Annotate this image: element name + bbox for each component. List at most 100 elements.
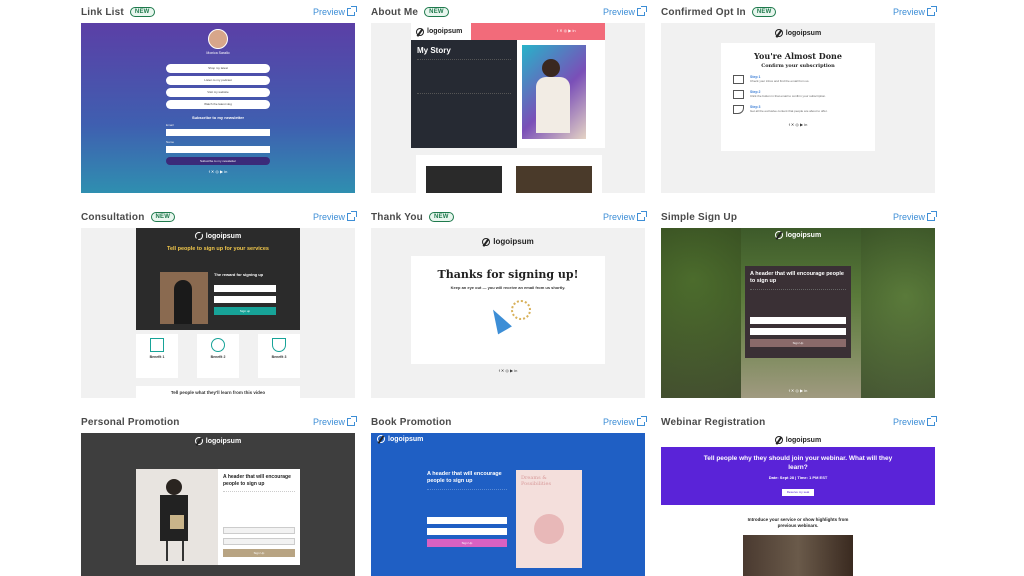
card-title: Consultation (81, 211, 145, 223)
webinar-heading: Tell people why they should join your we… (703, 455, 893, 471)
preview-link[interactable]: Preview (893, 416, 937, 427)
template-thumbnail[interactable]: logoipsum Tell people why they should jo… (661, 433, 935, 576)
consultant-photo (160, 272, 208, 324)
template-thumbnail[interactable]: logoipsum A header that will encourage p… (661, 228, 935, 398)
portrait-photo (522, 45, 586, 139)
logo-text: logoipsum (205, 232, 242, 240)
card-title: Confirmed Opt In (661, 6, 746, 18)
new-badge: NEW (129, 7, 155, 17)
new-badge: NEW (751, 7, 777, 17)
reserve-button: Reserve my seat (781, 488, 815, 496)
book-heading: A header that will encourage people to s… (427, 471, 502, 484)
person-photo (136, 469, 218, 565)
link-button: Watch the latest vlog (166, 100, 270, 109)
email-field (427, 528, 507, 535)
template-card-thank-you[interactable]: Thank You NEW Preview logoipsum Thanks fo… (371, 207, 647, 398)
signup-button: Sign Up (223, 549, 295, 557)
story-heading: My Story (417, 46, 451, 55)
template-thumbnail[interactable]: Monica Sarallo Shop my latest Listen to … (81, 23, 355, 193)
template-thumbnail[interactable]: logoipsum A header that will encourage p… (81, 433, 355, 576)
people-icon (211, 338, 225, 352)
benefit-label: Benefit 3 (271, 355, 287, 359)
logo-text: logoipsum (785, 29, 822, 37)
name-field (427, 517, 507, 524)
email-field (750, 328, 846, 335)
logo-icon (482, 237, 491, 246)
envelope-icon (733, 75, 744, 84)
link-button: Listen to my podcast (166, 76, 270, 85)
template-card-book-promotion[interactable]: Book Promotion Preview logoipsum A heade… (371, 412, 647, 576)
benefit-label: Benefit 1 (149, 355, 165, 359)
external-link-icon (927, 6, 937, 16)
template-thumbnail[interactable]: logoipsum You're Almost Done Confirm you… (661, 23, 935, 193)
social-icons: f ✕ ◎ ▶ in (208, 169, 228, 174)
book-cover: Dreams & Possibilities (516, 470, 582, 568)
email-field (166, 129, 270, 136)
name-field (214, 285, 276, 292)
field-label: Name (166, 140, 175, 144)
email-field (223, 538, 295, 545)
logo-icon (774, 231, 783, 239)
external-link-icon (347, 211, 357, 221)
avatar (208, 29, 228, 49)
thank-you-subtext: Keep an eye out — you will receive an em… (450, 285, 566, 290)
card-title: Link List (81, 6, 124, 18)
logo-text: logoipsum (785, 436, 822, 444)
benefit-label: Benefit 2 (210, 355, 226, 359)
social-icons: f ✕ ◎ ▶ in (788, 122, 808, 127)
step-text: Click the button in that email to confir… (750, 94, 827, 98)
external-link-icon (637, 211, 647, 221)
preview-link[interactable]: Preview (313, 416, 357, 427)
subscribe-button: Subscribe to my newsletter (166, 157, 270, 165)
newsletter-heading: Subscribe to my newsletter (191, 115, 244, 120)
card-title: Personal Promotion (81, 416, 180, 428)
new-badge: NEW (424, 7, 449, 17)
template-thumbnail[interactable]: logoipsum f ✕ ◎ ▶ in My Story (371, 23, 645, 193)
name-field (223, 527, 295, 534)
template-thumbnail[interactable]: logoipsum Thanks for signing up! Keep an… (371, 228, 645, 398)
logo-icon (416, 27, 424, 36)
webinar-intro: Introduce your service or show highlight… (747, 517, 849, 528)
preview-link[interactable]: Preview (603, 211, 647, 222)
card-title: About Me (371, 6, 419, 18)
card-title: Book Promotion (371, 416, 452, 428)
signup-heading: A header that will encourage people to s… (750, 271, 844, 284)
preview-link[interactable]: Preview (313, 211, 357, 222)
gallery-photo (426, 166, 502, 193)
card-title: Webinar Registration (661, 416, 766, 428)
signup-button: Sign up (214, 307, 276, 315)
party-icon (733, 105, 744, 114)
template-card-confirmed-opt-in[interactable]: Confirmed Opt In NEW Preview logoipsum Yo… (661, 2, 937, 193)
template-card-personal-promotion[interactable]: Personal Promotion Preview logoipsum A h… (81, 412, 357, 576)
template-card-about-me[interactable]: About Me NEW Preview logoipsum f ✕ ◎ ▶ in… (371, 2, 647, 193)
video-heading: Tell people what they'll learn from this… (136, 386, 300, 398)
preview-link[interactable]: Preview (313, 6, 357, 17)
template-card-webinar-registration[interactable]: Webinar Registration Preview logoipsum T… (661, 412, 937, 576)
confetti-icon (511, 300, 531, 320)
template-card-consultation[interactable]: Consultation NEW Preview logoipsum Tell p… (81, 207, 357, 398)
signup-button: Sign Up (427, 539, 507, 547)
link-button: Shop my latest (166, 64, 270, 73)
external-link-icon (347, 6, 357, 16)
preview-link[interactable]: Preview (893, 6, 937, 17)
profile-name: Monica Sarallo (206, 51, 230, 55)
external-link-icon (347, 416, 357, 426)
preview-link[interactable]: Preview (893, 211, 937, 222)
signup-button: Sign Up (750, 339, 846, 347)
confirm-subheading: Confirm your subscription (761, 63, 835, 69)
preview-link[interactable]: Preview (603, 416, 647, 427)
template-card-simple-sign-up[interactable]: Simple Sign Up Preview logoipsum A heade… (661, 207, 937, 398)
step-text: Check your inbox and find the email from… (750, 79, 810, 83)
webinar-date: Date: Sept 28 | Time: 1 PM EST (768, 475, 828, 480)
preview-link[interactable]: Preview (603, 6, 647, 17)
click-icon (733, 90, 744, 99)
webinar-photo (743, 535, 853, 576)
logo-text: logoipsum (205, 437, 242, 445)
new-badge: NEW (429, 212, 454, 222)
template-card-link-list[interactable]: Link List NEW Preview Monica Sarallo Shop… (81, 2, 357, 193)
logo-text: logoipsum (493, 237, 534, 246)
new-badge: NEW (150, 212, 176, 222)
paper-plane-icon (150, 338, 164, 352)
template-thumbnail[interactable]: logoipsum Tell people to sign up for you… (81, 228, 355, 398)
template-thumbnail[interactable]: logoipsum A header that will encourage p… (371, 433, 645, 576)
